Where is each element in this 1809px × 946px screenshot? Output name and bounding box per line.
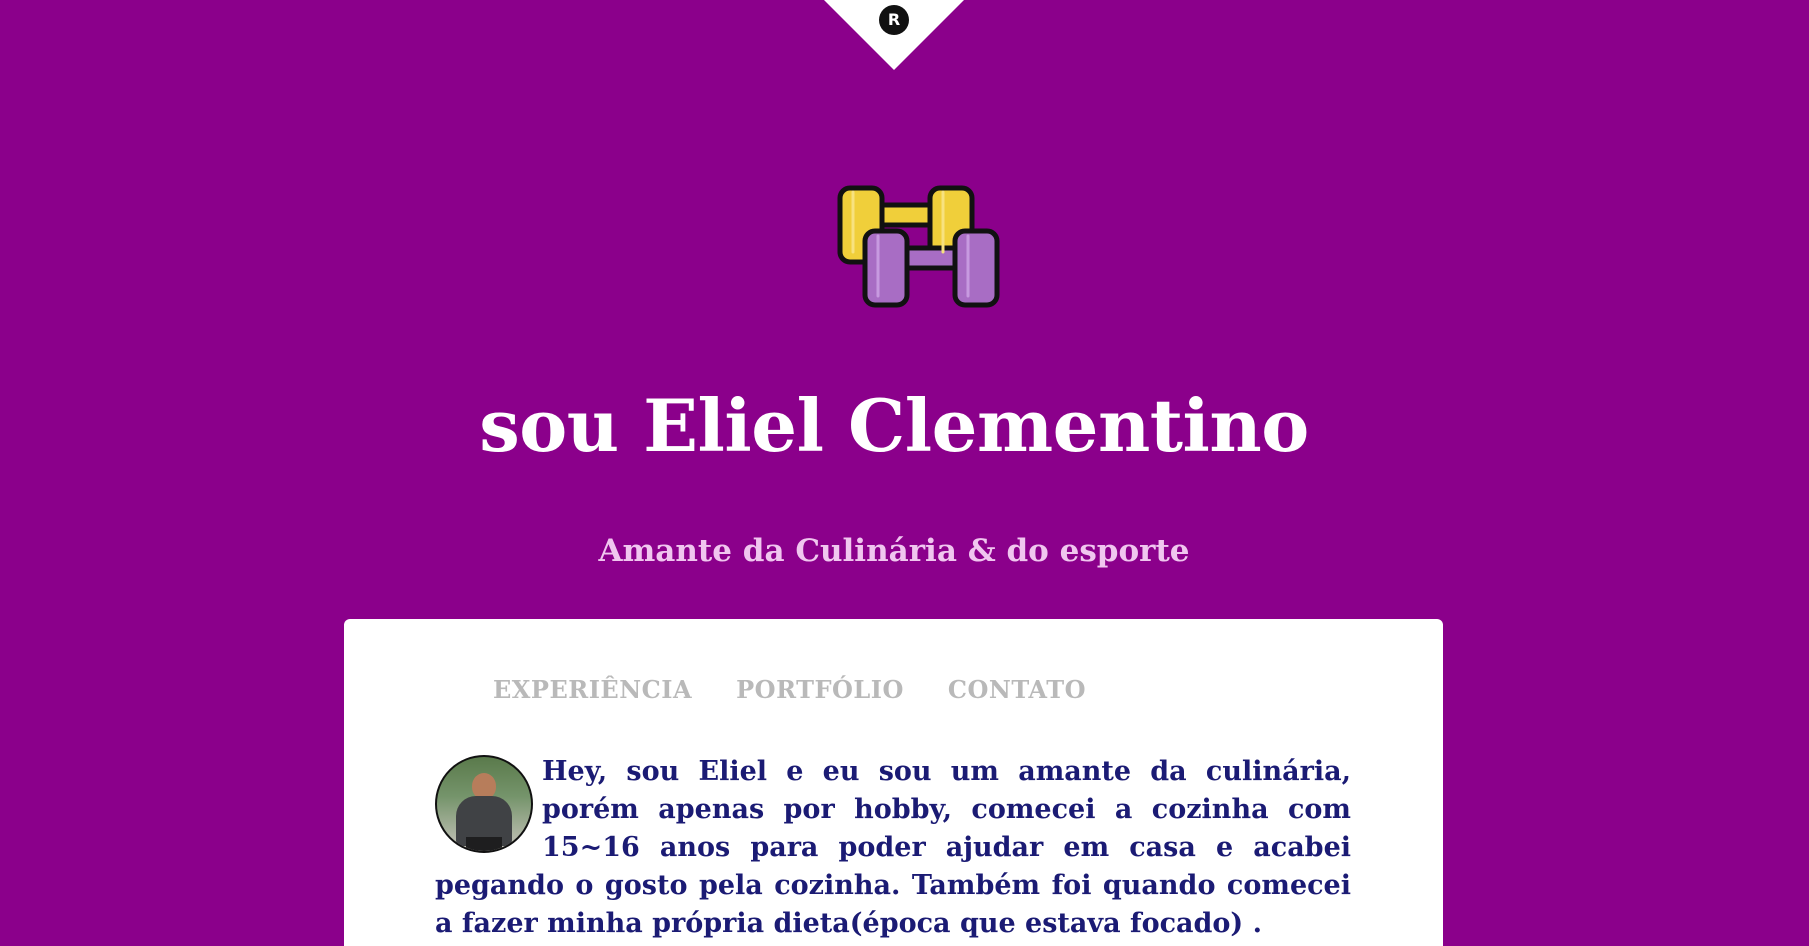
nav-portfolio[interactable]: PORTFÓLIO: [736, 675, 904, 704]
nav-contato[interactable]: CONTATO: [948, 675, 1086, 704]
content-card: EXPERIÊNCIA PORTFÓLIO CONTATO Hey, sou E…: [344, 619, 1443, 946]
hero-subtitle: Amante da Culinária & do esporte: [598, 533, 1190, 569]
avatar-legs-shape: [466, 837, 502, 851]
page: R sou Eliel Clementino Amante da Culinár…: [0, 0, 1809, 946]
intro-paragraph: Hey, sou Eliel e eu sou um amante da cul…: [435, 753, 1351, 943]
dumbbell-icon: [837, 185, 1000, 308]
top-badge[interactable]: R: [879, 5, 909, 35]
hero-title: sou Eliel Clementino: [479, 383, 1309, 468]
section-nav: EXPERIÊNCIA PORTFÓLIO CONTATO: [493, 675, 1086, 704]
intro-text: Hey, sou Eliel e eu sou um amante da cul…: [435, 756, 1351, 939]
nav-experiencia[interactable]: EXPERIÊNCIA: [493, 675, 692, 704]
profile-avatar: [435, 755, 533, 853]
